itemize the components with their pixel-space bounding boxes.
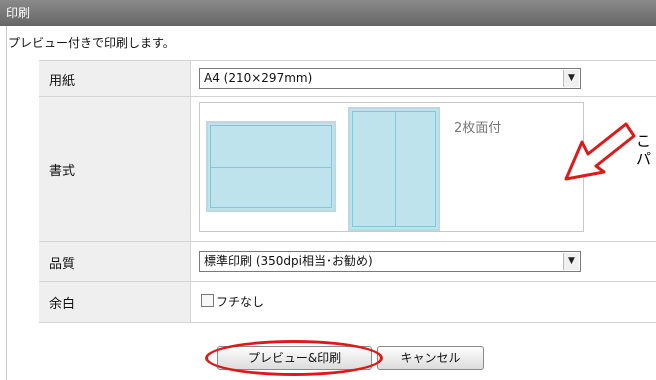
left-arrow-outline-icon — [564, 122, 636, 181]
margin-label: 余白 — [39, 282, 191, 322]
paper-select[interactable]: A4 (210×297mm) ▼ — [199, 68, 581, 89]
dialog-left-border — [6, 26, 7, 380]
annotation-line-2: パ — [636, 150, 652, 168]
landscape-sheet-preview — [206, 121, 336, 212]
row-paper: 用紙 A4 (210×297mm) ▼ — [39, 60, 656, 97]
paper-select-value: A4 (210×297mm) — [204, 71, 313, 85]
annotation-line-1: こ — [636, 132, 652, 150]
quality-select[interactable]: 標準印刷 (350dpi相当･お勧め) ▼ — [199, 251, 581, 272]
borderless-label: フチなし — [216, 295, 265, 309]
quality-label: 品質 — [39, 242, 191, 282]
chevron-down-icon[interactable]: ▼ — [563, 70, 579, 87]
quality-select-value: 標準印刷 (350dpi相当･お勧め) — [204, 254, 373, 268]
borderless-option[interactable]: フチなし — [201, 293, 264, 310]
row-quality: 品質 標準印刷 (350dpi相当･お勧め) ▼ — [39, 241, 656, 282]
row-margin: 余白 フチなし — [39, 281, 656, 323]
dialog-title-bar: 印刷 — [0, 0, 656, 26]
borderless-checkbox[interactable] — [201, 294, 214, 307]
highlight-oval — [205, 340, 383, 376]
format-label: 書式 — [39, 97, 191, 242]
layout-preview[interactable]: 2枚面付 — [199, 102, 584, 232]
chevron-down-icon[interactable]: ▼ — [563, 253, 579, 270]
paper-label: 用紙 — [39, 61, 191, 97]
layout-name: 2枚面付 — [454, 121, 502, 136]
dialog-title: 印刷 — [6, 6, 31, 20]
cancel-button[interactable]: キャンセル — [377, 346, 484, 370]
portrait-sheet-preview — [348, 107, 440, 231]
dialog-description: プレビュー付きで印刷します。 — [8, 36, 175, 50]
annotation-text: こ パ — [636, 132, 651, 168]
